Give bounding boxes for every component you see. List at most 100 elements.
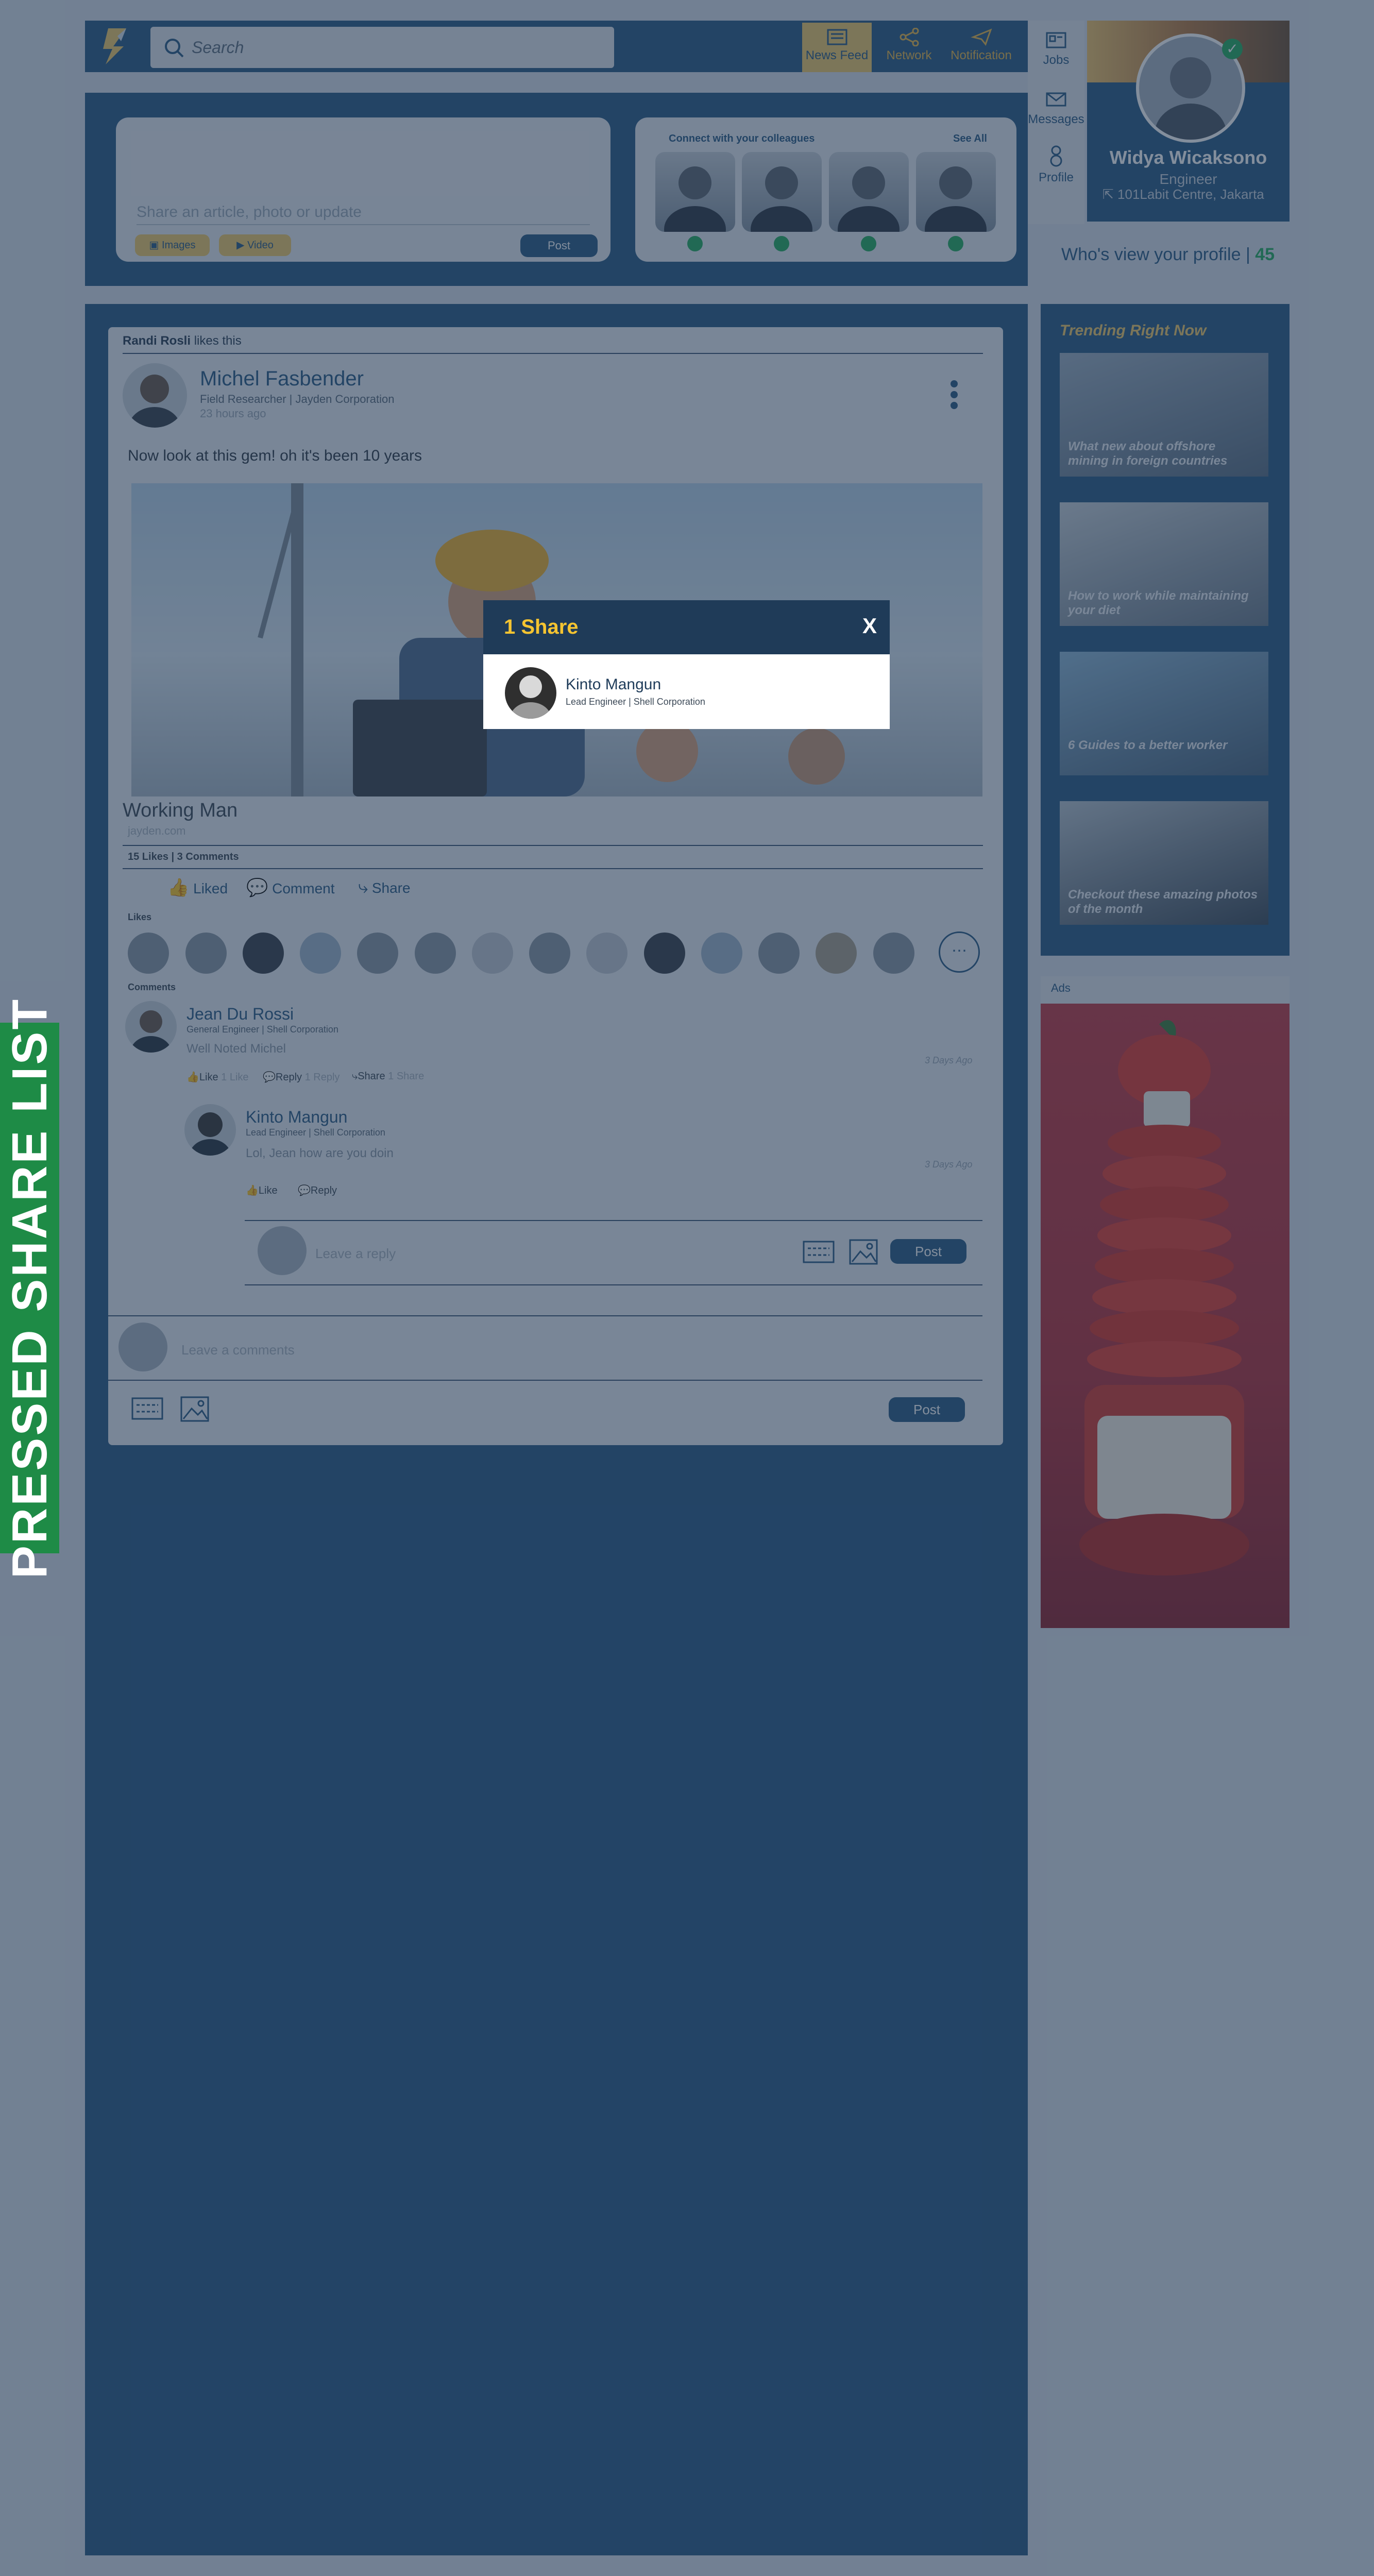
liker-avatar[interactable]	[128, 933, 169, 974]
colleague-card[interactable]	[829, 152, 909, 252]
add-connection-icon[interactable]	[774, 236, 789, 251]
nav-jobs[interactable]: Jobs	[1028, 31, 1084, 67]
liker-avatar[interactable]	[185, 933, 227, 974]
image-source[interactable]: jayden.com	[128, 824, 186, 838]
commenter-role: General Engineer | Shell Corporation	[186, 1024, 338, 1035]
post-stats[interactable]: 15 Likes | 3 Comments	[128, 851, 239, 863]
liker-avatar[interactable]	[586, 933, 627, 974]
pressed-share-list-tag: PRESSED SHARE LIST	[0, 997, 59, 1579]
keyboard-icon[interactable]	[803, 1241, 835, 1263]
add-connection-icon[interactable]	[861, 236, 876, 251]
commenter-name[interactable]: Jean Du Rossi	[186, 1005, 294, 1024]
composer-input[interactable]: Share an article, photo or update	[137, 204, 590, 225]
comment-like-button[interactable]: 👍Like 1 Like	[186, 1071, 249, 1083]
add-video-button[interactable]: ▶ Video	[219, 234, 291, 256]
news-feed-icon	[827, 29, 847, 45]
nav-news-feed[interactable]: News Feed	[802, 23, 872, 72]
colleague-card[interactable]	[916, 152, 996, 252]
nav-label: Jobs	[1043, 53, 1070, 67]
trending-item[interactable]: What new about offshore mining in foreig…	[1060, 353, 1268, 477]
search-bar[interactable]: Search	[150, 27, 614, 68]
add-images-button[interactable]: ▣ Images	[135, 234, 210, 256]
liker-avatar[interactable]	[873, 933, 914, 974]
trending-item[interactable]: How to work while maintaining your diet	[1060, 502, 1268, 626]
liker-avatar[interactable]	[357, 933, 398, 974]
share-button[interactable]: ⤷ Share	[358, 877, 411, 897]
tag-label: PRESSED SHARE LIST	[2, 997, 57, 1579]
search-icon	[165, 39, 184, 58]
comment-post-button[interactable]: Post	[889, 1397, 965, 1422]
nav-label: News Feed	[805, 48, 869, 62]
commenter-avatar[interactable]	[184, 1104, 236, 1156]
notification-icon	[970, 28, 992, 46]
add-connection-icon[interactable]	[948, 236, 963, 251]
liker-avatar[interactable]	[701, 933, 742, 974]
nav-label: Notification	[951, 48, 1012, 62]
commenter-avatar[interactable]	[125, 1001, 177, 1053]
liker-avatar[interactable]	[529, 933, 570, 974]
search-input[interactable]: Search	[192, 38, 244, 57]
comment-input[interactable]: Leave a comments	[181, 1342, 295, 1358]
sharer-avatar[interactable]	[505, 667, 556, 719]
image-upload-icon[interactable]	[180, 1396, 209, 1422]
close-icon[interactable]: X	[862, 614, 877, 638]
divider	[123, 353, 983, 354]
liker-avatar[interactable]	[243, 933, 284, 974]
divider	[123, 868, 983, 869]
reply-input[interactable]: Leave a reply	[315, 1246, 396, 1262]
composer-post-button[interactable]: Post	[520, 234, 598, 257]
liker-avatar[interactable]	[300, 933, 341, 974]
divider	[245, 1284, 982, 1285]
liked-by-name[interactable]: Randi Rosli	[123, 334, 191, 348]
nav-messages[interactable]: Messages	[1028, 90, 1084, 127]
trending-item[interactable]: 6 Guides to a better worker	[1060, 652, 1268, 775]
comment-button[interactable]: 💬 Comment	[246, 877, 335, 898]
nav-network[interactable]: Network	[874, 23, 944, 72]
like-button[interactable]: 👍 Liked	[167, 877, 228, 898]
profile-role: Engineer	[1159, 171, 1217, 187]
profile-location: ⇱ 101Labit Centre, Jakarta	[1102, 187, 1264, 202]
more-options-icon[interactable]	[951, 380, 958, 409]
share-list-modal-header: 1 Share X	[483, 600, 890, 654]
liker-avatar[interactable]	[415, 933, 456, 974]
comment-reply-button[interactable]: 💬Reply 1 Reply	[263, 1071, 340, 1083]
liker-avatar[interactable]	[472, 933, 513, 974]
add-connection-icon[interactable]	[687, 236, 703, 251]
see-all-link[interactable]: See All	[953, 133, 987, 145]
author-role: Field Researcher | Jayden Corporation	[200, 393, 395, 405]
nav-profile[interactable]: Profile	[1028, 144, 1084, 185]
nav-notification[interactable]: Notification	[946, 23, 1016, 72]
keyboard-icon[interactable]	[131, 1397, 163, 1420]
reply-post-button[interactable]: Post	[890, 1239, 966, 1264]
colleague-card[interactable]	[655, 152, 735, 252]
image-icon: ▣	[149, 240, 159, 251]
colleague-card[interactable]	[742, 152, 822, 252]
liker-avatar[interactable]	[816, 933, 857, 974]
profile-views[interactable]: Who's view your profile | 45	[1061, 245, 1275, 265]
divider	[108, 1315, 982, 1316]
author-avatar[interactable]	[123, 363, 187, 428]
comment-share-button[interactable]: ⤷Share 1 Share	[352, 1071, 424, 1082]
comment-time: 3 Days Ago	[925, 1055, 973, 1065]
ad-image[interactable]	[1041, 1004, 1290, 1628]
commenter-name[interactable]: Kinto Mangun	[246, 1108, 347, 1127]
current-user-avatar	[258, 1226, 307, 1275]
current-user-avatar	[118, 1323, 167, 1371]
more-likes-button[interactable]: ⋯	[939, 931, 980, 973]
modal-title: 1 Share	[504, 616, 579, 638]
liker-avatar[interactable]	[644, 933, 685, 974]
ads-label: Ads	[1051, 981, 1071, 994]
sharer-name[interactable]: Kinto Mangun	[566, 676, 661, 693]
trending-caption: 6 Guides to a better worker	[1068, 738, 1228, 752]
liker-avatar[interactable]	[758, 933, 800, 974]
author-name[interactable]: Michel Fasbender	[200, 367, 364, 391]
reply-icon: 💬	[263, 1072, 276, 1083]
comment-like-button[interactable]: 👍Like	[246, 1184, 278, 1197]
comment-reply-button[interactable]: 💬Reply	[298, 1184, 337, 1197]
trending-item[interactable]: Checkout these amazing photos of the mon…	[1060, 801, 1268, 925]
image-upload-icon[interactable]	[849, 1239, 878, 1265]
thumbs-up-icon: 👍	[186, 1072, 199, 1083]
divider	[245, 1220, 982, 1221]
post-text: Now look at this gem! oh it's been 10 ye…	[128, 447, 422, 464]
app-logo-icon[interactable]	[98, 26, 134, 67]
